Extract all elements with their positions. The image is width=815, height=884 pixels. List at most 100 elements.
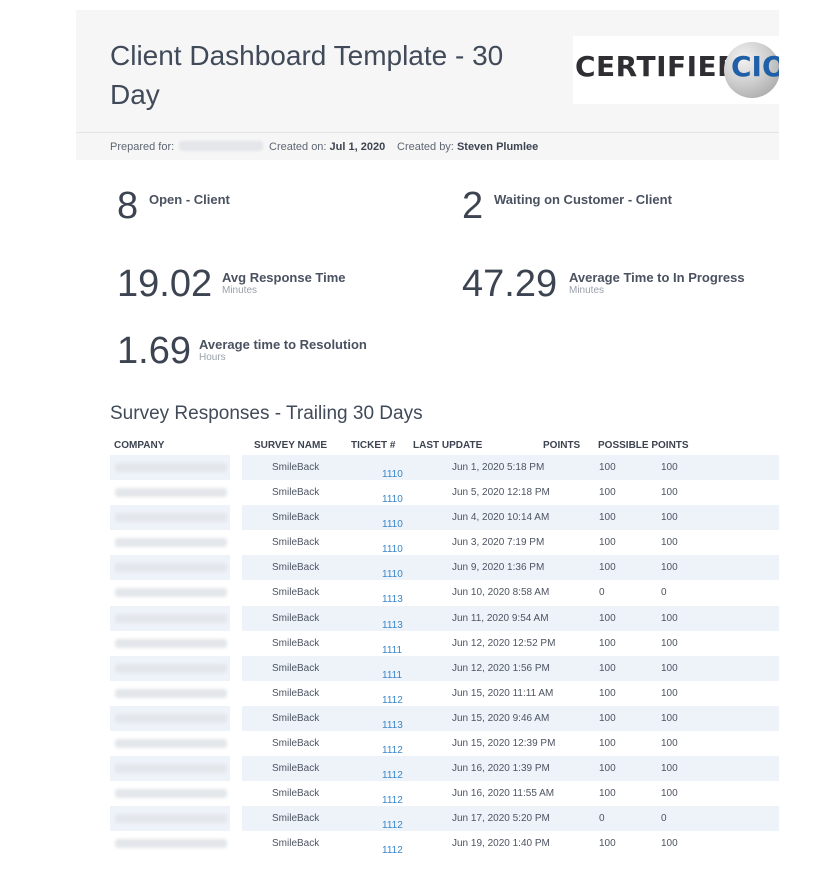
points-cell: 100 (599, 637, 616, 649)
table-row[interactable]: SmileBack 1110 Jun 1, 2020 5:18 PM 100 100 (110, 455, 779, 481)
table-row[interactable]: SmileBack 1113 Jun 15, 2020 9:46 AM 100 100 (110, 705, 779, 732)
redacted-company (115, 538, 227, 548)
possible-points-cell: 100 (661, 712, 678, 724)
possible-points-cell: 100 (661, 788, 678, 800)
last-update-cell: Jun 9, 2020 1:36 PM (452, 562, 545, 574)
points-cell: 100 (599, 838, 616, 850)
logo-ci-text: CIO (731, 50, 779, 83)
table-row[interactable]: SmileBack 1111 Jun 12, 2020 1:56 PM 100 100 (110, 655, 779, 681)
points-cell: 0 (599, 587, 605, 599)
column-gap (230, 580, 242, 606)
survey-name-cell: SmileBack (272, 813, 320, 825)
created-on: Created on: Jul 1, 2020 (269, 141, 386, 153)
survey-name-cell: SmileBack (272, 562, 320, 574)
redacted-client-name (179, 141, 264, 152)
redacted-company (115, 688, 227, 698)
report-meta-bar: Prepared for: Created on: Jul 1, 2020 Cr… (76, 132, 779, 160)
table-row[interactable]: SmileBack 1113 Jun 11, 2020 9:54 AM 100 100 (110, 605, 779, 631)
survey-name-cell: SmileBack (272, 487, 320, 499)
col-survey-name: SURVEY NAME (254, 440, 327, 451)
column-gap (230, 756, 242, 782)
column-gap (230, 530, 242, 556)
last-update-cell: Jun 15, 2020 9:46 AM (452, 712, 550, 724)
survey-name-cell: SmileBack (272, 587, 320, 599)
col-ticket: TICKET # (351, 440, 396, 451)
points-cell: 100 (599, 562, 616, 574)
table-row[interactable]: SmileBack 1110 Jun 5, 2020 12:18 PM 100 100 (110, 480, 779, 506)
points-cell: 100 (599, 788, 616, 800)
points-cell: 100 (599, 662, 616, 674)
possible-points-cell: 100 (661, 612, 678, 624)
points-cell: 100 (599, 763, 616, 775)
open-client-value: 8 (117, 185, 139, 227)
redacted-company (115, 563, 227, 573)
points-cell: 100 (599, 537, 616, 549)
redacted-company (115, 713, 227, 723)
avg-in-progress-unit: Minutes (569, 285, 605, 296)
last-update-cell: Jun 1, 2020 5:18 PM (452, 462, 545, 473)
survey-name-cell: SmileBack (272, 512, 320, 524)
table-row[interactable]: SmileBack 1112 Jun 15, 2020 11:11 AM 100 100 (110, 680, 779, 706)
column-gap (230, 480, 242, 506)
table-row[interactable]: SmileBack 1112 Jun 19, 2020 1:40 PM 100 100 (110, 831, 779, 857)
redacted-company (115, 638, 227, 648)
table-row[interactable]: SmileBack 1110 Jun 3, 2020 7:19 PM 100 100 (110, 530, 779, 556)
column-gap (230, 731, 242, 757)
points-cell: 100 (599, 712, 616, 724)
points-cell: 100 (599, 738, 616, 750)
survey-name-cell: SmileBack (272, 537, 320, 549)
column-gap (230, 781, 242, 807)
last-update-cell: Jun 4, 2020 10:14 AM (452, 512, 550, 524)
table-row[interactable]: SmileBack 1112 Jun 17, 2020 5:20 PM 0 0 (110, 806, 779, 832)
column-gap (230, 505, 242, 531)
possible-points-cell: 100 (661, 637, 678, 649)
redacted-company (115, 764, 227, 774)
last-update-cell: Jun 15, 2020 11:11 AM (452, 687, 554, 699)
col-possible-points: POSSIBLE POINTS (598, 440, 689, 451)
page-title: Client Dashboard Template - 30 Day (110, 40, 504, 110)
survey-table-header: COMPANY SURVEY NAME TICKET # LAST UPDATE… (110, 439, 779, 455)
redacted-company (115, 739, 227, 749)
redacted-company (115, 663, 227, 673)
table-row[interactable]: SmileBack 1113 Jun 10, 2020 8:58 AM 0 0 (110, 580, 779, 606)
avg-in-progress-value: 47.29 (462, 263, 558, 305)
points-cell: 100 (599, 612, 616, 624)
possible-points-cell: 100 (661, 487, 678, 499)
column-gap (230, 655, 242, 681)
possible-points-cell: 100 (661, 687, 678, 699)
survey-name-cell: SmileBack (272, 788, 320, 800)
table-row[interactable]: SmileBack 1110 Jun 4, 2020 10:14 AM 100 100 (110, 505, 779, 531)
redacted-company (115, 839, 227, 849)
col-company: COMPANY (114, 440, 165, 451)
last-update-cell: Jun 12, 2020 1:56 PM (452, 662, 550, 674)
column-gap (230, 806, 242, 832)
waiting-client-label: Waiting on Customer - Client (494, 192, 672, 207)
created-by: Created by: Steven Plumlee (397, 141, 539, 153)
survey-section-title: Survey Responses - Trailing 30 Days (110, 403, 423, 424)
avg-response-unit: Minutes (222, 285, 258, 296)
last-update-cell: Jun 12, 2020 12:52 PM (452, 637, 556, 649)
column-gap (230, 831, 242, 857)
last-update-cell: Jun 10, 2020 8:58 AM (452, 587, 550, 599)
table-row[interactable]: SmileBack 1111 Jun 12, 2020 12:52 PM 100 100 (110, 630, 779, 656)
open-client-label: Open - Client (149, 192, 230, 207)
points-cell: 100 (599, 512, 616, 524)
certified-cio-logo: CERTIFIED CIO (573, 36, 779, 104)
column-gap (230, 630, 242, 656)
redacted-company (115, 613, 227, 623)
possible-points-cell: 100 (661, 838, 678, 850)
last-update-cell: Jun 16, 2020 11:55 AM (452, 788, 555, 800)
col-points: POINTS (543, 440, 581, 451)
table-row[interactable]: SmileBack 1112 Jun 16, 2020 1:39 PM 100 100 (110, 756, 779, 782)
possible-points-cell: 0 (661, 813, 667, 825)
table-row[interactable]: SmileBack 1112 Jun 16, 2020 11:55 AM 100 100 (110, 781, 779, 807)
survey-name-cell: SmileBack (272, 687, 320, 699)
survey-name-cell: SmileBack (272, 738, 320, 750)
table-row[interactable]: SmileBack 1112 Jun 15, 2020 12:39 PM 100 100 (110, 731, 779, 757)
prepared-for: Prepared for: (110, 141, 264, 153)
points-cell: 0 (599, 813, 605, 825)
last-update-cell: Jun 5, 2020 12:18 PM (452, 487, 550, 499)
table-row[interactable]: SmileBack 1110 Jun 9, 2020 1:36 PM 100 100 (110, 555, 779, 581)
possible-points-cell: 100 (661, 512, 678, 524)
survey-name-cell: SmileBack (272, 462, 320, 473)
